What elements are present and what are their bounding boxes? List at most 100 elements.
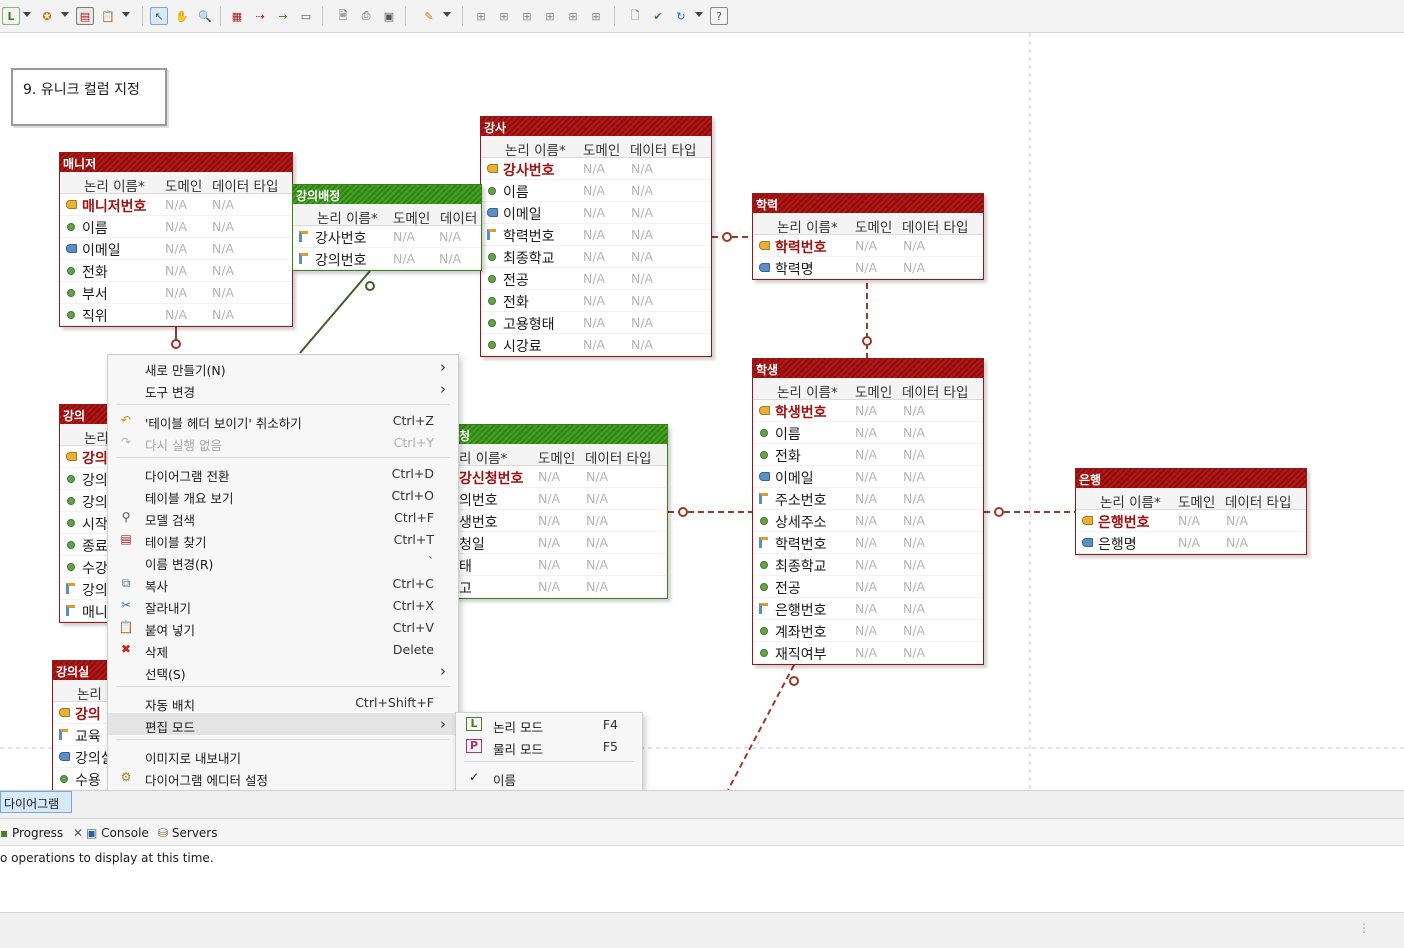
entity-column-row[interactable]: 계좌번호 N/A N/A <box>753 620 983 642</box>
entity-column-row[interactable]: 전공 N/A N/A <box>481 268 711 290</box>
entity-title[interactable]: 강의배정 <box>293 185 481 204</box>
tab-servers[interactable]: ⛁ Servers <box>158 826 218 840</box>
entity-column-row[interactable]: 이메일 N/A N/A <box>481 202 711 224</box>
entity-column-row[interactable]: 재직여부 N/A N/A <box>753 642 983 664</box>
relation-solid-icon[interactable]: → <box>274 7 292 25</box>
entity-title[interactable]: 학력 <box>753 194 983 213</box>
refresh-icon[interactable]: ↻ <box>672 7 690 25</box>
entity-column-row[interactable]: 태 N/A N/A <box>456 554 667 576</box>
entity-column-row[interactable]: 강의N/AN/A <box>53 702 111 724</box>
entity-column-row[interactable]: 이름 N/A N/A <box>753 422 983 444</box>
entity-instructor[interactable]: 강사 논리 이름* 도메인 데이터 타입 강사번호 N/A N/A 이름 N/A N/A 이메일 N/… <box>480 116 712 357</box>
entity-column-row[interactable]: 학생번호 N/A N/A <box>753 400 983 422</box>
menu-item[interactable]: 편집 모드 › <box>108 713 458 735</box>
menu-item[interactable]: 선택(S) › <box>108 660 458 682</box>
close-icon[interactable]: ✕ <box>73 826 83 840</box>
entity-column-row[interactable]: 고용형태 N/A N/A <box>481 312 711 334</box>
menu-item[interactable]: 📋 붙여 넣기 Ctrl+V <box>108 616 458 638</box>
entity-column-row[interactable]: 은행번호 N/A N/A <box>753 598 983 620</box>
help-icon[interactable]: ? <box>710 7 728 25</box>
entity-title[interactable]: 강의실 <box>53 661 111 680</box>
entity-column-row[interactable]: 최종학교 N/A N/A <box>481 246 711 268</box>
menu-item[interactable]: 자동 배치 Ctrl+Shift+F <box>108 691 458 713</box>
entity-column-row[interactable]: 매니저번호 N/A N/A <box>60 194 292 216</box>
entity-column-row[interactable]: 상세주소 N/A N/A <box>753 510 983 532</box>
color-palette-icon[interactable]: ✎ <box>420 7 438 25</box>
align-top-icon[interactable]: ⊞ <box>541 7 559 25</box>
pointer-icon[interactable]: ↖ <box>150 7 168 25</box>
entity-manager[interactable]: 매니저 논리 이름* 도메인 데이터 타입 매니저번호 N/A N/A 이름 N/A N/A 이메일… <box>59 152 293 327</box>
entity-column-row[interactable]: 학력번호 N/A N/A <box>481 224 711 246</box>
menu-item[interactable]: ⚲ 모델 검색 Ctrl+F <box>108 506 458 528</box>
entity-column-row[interactable]: 최종학교 N/A N/A <box>753 554 983 576</box>
entity-column-row[interactable]: 고 N/A N/A <box>456 576 667 598</box>
entity-column-row[interactable]: 학력명 N/A N/A <box>753 257 983 279</box>
menu-item[interactable]: ⚙ 다이어그램 에디터 설정 <box>108 766 458 788</box>
menu-item[interactable]: ✂ 잘라내기 Ctrl+X <box>108 594 458 616</box>
align-bottom-icon[interactable]: ⊞ <box>587 7 605 25</box>
tab-progress[interactable]: ▪ Progress ✕ <box>0 826 83 840</box>
entity-column-row[interactable]: 강의실N/AN/A <box>53 746 111 768</box>
entity-title[interactable]: 은행 <box>1076 469 1306 488</box>
diagram-tab[interactable]: 다이어그램 <box>0 791 72 813</box>
zoom-entity-icon[interactable]: ✪ <box>38 7 56 25</box>
entity-column-row[interactable]: 생번호 N/A N/A <box>456 510 667 532</box>
menu-item[interactable]: ⧉ 복사 Ctrl+C <box>108 572 458 594</box>
entity-column-row[interactable]: 강사번호 N/A N/A <box>293 226 481 248</box>
entity-column-row[interactable]: 은행명 N/A N/A <box>1076 532 1306 554</box>
chevron-down-icon[interactable] <box>122 12 130 17</box>
diagram-note[interactable]: 9. 유니크 컬럼 지정 <box>11 68 167 126</box>
entity-student[interactable]: 학생 논리 이름* 도메인 데이터 타입 학생번호 N/A N/A 이름 N/A N/A 전화 N/A… <box>752 358 984 665</box>
menu-item[interactable]: 이름 변경(R) ` <box>108 550 458 572</box>
entity-column-row[interactable]: 학력번호 N/A N/A <box>753 532 983 554</box>
entity-column-row[interactable]: 수용N/AN/A <box>53 768 111 790</box>
entity-enrollment[interactable]: 청리 이름* 도메인 데이터 타입 강신청번호 N/A N/A 의번호 N/A N/A 생번호 N/… <box>455 424 668 599</box>
entity-column-row[interactable]: 전화 N/A N/A <box>753 444 983 466</box>
align-middle-icon[interactable]: ⊞ <box>564 7 582 25</box>
entity-column-row[interactable]: 은행번호 N/A N/A <box>1076 510 1306 532</box>
entity-lecture-assignment[interactable]: 강의배정논리 이름* 도메인 데이터 타입강사번호 N/A N/A 강의번호 N/A N/A <box>292 184 482 271</box>
clipboard-icon[interactable]: 📋 <box>99 7 117 25</box>
menu-item[interactable]: P 물리 모드 F5 <box>456 735 642 757</box>
entity-education[interactable]: 학력 논리 이름* 도메인 데이터 타입 학력번호 N/A N/A 학력명 N/A N/A <box>752 193 984 280</box>
entity-column-row[interactable]: 이름 N/A N/A <box>481 180 711 202</box>
menu-item[interactable]: L 논리 모드 F4 <box>456 713 642 735</box>
entity-title[interactable]: 매니저 <box>60 153 292 172</box>
hand-icon[interactable]: ✋ <box>173 7 191 25</box>
chevron-down-icon[interactable] <box>443 12 451 17</box>
menu-item[interactable]: 도구 변경 › <box>108 378 458 400</box>
align-center-icon[interactable]: ⊞ <box>495 7 513 25</box>
entity-column-row[interactable]: 부서 N/A N/A <box>60 282 292 304</box>
entity-column-row[interactable]: 의번호 N/A N/A <box>456 488 667 510</box>
document-icon[interactable]: 🗋 <box>626 7 644 25</box>
entity-column-row[interactable]: 전공 N/A N/A <box>753 576 983 598</box>
entity-title[interactable]: 강사 <box>481 117 711 136</box>
entity-column-row[interactable]: 주소번호 N/A N/A <box>753 488 983 510</box>
chevron-down-icon[interactable] <box>695 12 703 17</box>
menu-item[interactable]: 테이블 개요 보기 Ctrl+O <box>108 484 458 506</box>
relation-dashed-icon[interactable]: ⇢ <box>251 7 269 25</box>
align-left-icon[interactable]: ⊞ <box>472 7 490 25</box>
menu-item[interactable]: 새로 만들기(N) › <box>108 356 458 378</box>
entity-column-row[interactable]: 이메일 N/A N/A <box>60 238 292 260</box>
export-icon[interactable]: 🗎 <box>334 7 352 25</box>
menu-item[interactable]: ↶ '테이블 헤더 보이기' 취소하기 Ctrl+Z <box>108 409 458 431</box>
note-icon[interactable]: ▭ <box>297 7 315 25</box>
entity-column-row[interactable]: 전화 N/A N/A <box>60 260 292 282</box>
image-icon[interactable]: ▣ <box>380 7 398 25</box>
entity-column-row[interactable]: 이메일 N/A N/A <box>753 466 983 488</box>
entity-column-row[interactable]: 직위 N/A N/A <box>60 304 292 326</box>
zoom-icon[interactable]: 🔍 <box>196 7 214 25</box>
menu-item[interactable]: ▤ 테이블 찾기 Ctrl+T <box>108 528 458 550</box>
entity-lecture-room[interactable]: 강의실논리강의N/AN/A교육N/AN/A강의실N/AN/A수용N/AN/A <box>52 660 112 790</box>
print-icon[interactable]: ⎙ <box>357 7 375 25</box>
entity-column-row[interactable]: 강사번호 N/A N/A <box>481 158 711 180</box>
entity-column-row[interactable]: 강의번호 N/A N/A <box>293 248 481 270</box>
entity-column-row[interactable]: 전화 N/A N/A <box>481 290 711 312</box>
menu-item[interactable]: 다이어그램 전환 Ctrl+D <box>108 462 458 484</box>
table-icon[interactable]: ▤ <box>76 7 94 25</box>
new-table-icon[interactable]: ▦ <box>228 7 246 25</box>
chevron-down-icon[interactable] <box>23 12 31 17</box>
entity-column-row[interactable]: 시강료 N/A N/A <box>481 334 711 356</box>
entity-column-row[interactable]: 학력번호 N/A N/A <box>753 235 983 257</box>
